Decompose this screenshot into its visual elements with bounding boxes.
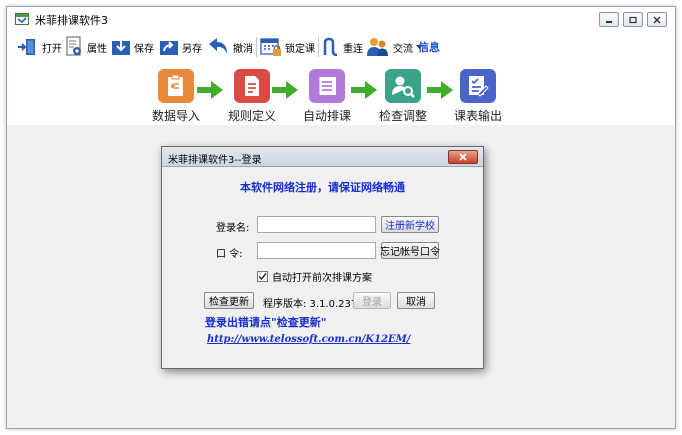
reconnect-label: 重连 [343, 43, 363, 55]
workflow-tile [385, 69, 421, 103]
properties-icon [66, 36, 81, 56]
properties-button[interactable]: 属性 [64, 35, 107, 59]
login-error-tip: 登录出错请点"检查更新" [205, 316, 327, 329]
calendar-lock-icon [260, 38, 281, 56]
lock-lesson-label: 锁定课 [285, 43, 315, 55]
open-button[interactable]: 打开 [17, 35, 62, 59]
forgot-account-button[interactable]: 忘记帐号口令 [380, 242, 440, 259]
users-icon [367, 38, 388, 56]
toolbar-divider [256, 37, 257, 57]
open-door-icon [18, 39, 35, 55]
undo-button[interactable]: 撤消 [206, 35, 253, 59]
program-version: 程序版本: 3.1.0.2375 [263, 299, 364, 310]
reconnect-button[interactable]: 重连 [322, 35, 363, 59]
register-new-school-button[interactable]: 注册新学校 [381, 216, 439, 233]
minimize-button[interactable] [599, 12, 619, 27]
exchange-menu[interactable]: 交流 [366, 35, 423, 59]
workflow-step-label: 检查调整 [378, 109, 427, 123]
workflow-tile [309, 69, 345, 103]
workflow-step-label: 数据导入 [151, 109, 200, 123]
save-as-label: 另存 [182, 43, 202, 55]
info-link[interactable]: 信息 [418, 35, 440, 59]
workflow-tile [234, 69, 270, 103]
auto-open-option[interactable]: 自动打开前次排课方案 [257, 269, 372, 284]
save-button[interactable]: 保存 [111, 35, 154, 59]
workflow-tile [158, 69, 194, 103]
checklist-output-icon [469, 76, 489, 97]
check-update-button[interactable]: 检查更新 [204, 292, 254, 309]
close-icon [459, 153, 467, 161]
workflow-bar: 数据导入 规则定义 自动排课 检查调整 课表输出 [7, 65, 675, 125]
close-button[interactable] [647, 12, 667, 27]
toolbar: 打开 属性 保存 另存 撤消 锁定课 重连 交流 信息 [7, 31, 675, 65]
username-input[interactable] [257, 216, 376, 233]
save-icon [112, 41, 130, 55]
password-label: 口 令: [216, 249, 243, 260]
user-search-icon [392, 76, 415, 98]
cancel-button[interactable]: 取消 [397, 292, 435, 309]
username-label: 登录名: [216, 223, 250, 234]
undo-icon [209, 38, 227, 54]
save-as-button[interactable]: 另存 [159, 35, 202, 59]
undo-label: 撤消 [233, 43, 253, 55]
list-schedule-icon [316, 77, 336, 95]
toolbar-divider [318, 37, 319, 57]
dialog-title: 米菲排课软件3--登录 [168, 155, 262, 166]
network-notice: 本软件网络注册，请保证网络畅通 [240, 181, 405, 194]
login-button[interactable]: 登录 [353, 292, 391, 309]
workflow-step-label: 自动排课 [302, 109, 351, 123]
login-dialog: 米菲排课软件3--登录 本软件网络注册，请保证网络畅通 登录名: 注册新学校 口… [161, 146, 484, 369]
dialog-close-button[interactable] [448, 150, 478, 164]
restore-icon [629, 16, 637, 23]
workflow-tile [460, 69, 496, 103]
properties-label: 属性 [87, 43, 107, 55]
app-logo-icon [15, 13, 29, 25]
password-input[interactable] [257, 242, 376, 259]
checkmark-icon [258, 273, 267, 281]
window-title: 米菲排课软件3 [35, 14, 108, 27]
auto-open-label: 自动打开前次排课方案 [272, 273, 372, 284]
document-rules-icon [245, 76, 259, 96]
window-controls [599, 12, 667, 27]
workflow-step-label: 课表输出 [453, 109, 502, 123]
dialog-title-bar: 米菲排课软件3--登录 [162, 147, 483, 167]
workflow-step-timetable-output[interactable]: 课表输出 [438, 69, 518, 124]
save-label: 保存 [134, 43, 154, 55]
open-label: 打开 [42, 43, 62, 55]
title-bar: 米菲排课软件3 [7, 7, 675, 31]
minimize-icon [606, 20, 612, 23]
clipboard-import-icon [168, 74, 183, 96]
save-as-icon [160, 41, 178, 55]
restore-button[interactable] [623, 12, 643, 27]
auto-open-checkbox[interactable] [257, 271, 268, 282]
website-link[interactable]: http://www.telossoft.com.cn/K12EM/ [207, 334, 410, 345]
workflow-step-label: 规则定义 [227, 109, 276, 123]
info-label: 信息 [418, 41, 440, 54]
exchange-label: 交流 [393, 43, 413, 55]
close-icon [653, 16, 661, 23]
reconnect-icon [323, 37, 338, 57]
lock-lesson-button[interactable]: 锁定课 [260, 35, 315, 59]
